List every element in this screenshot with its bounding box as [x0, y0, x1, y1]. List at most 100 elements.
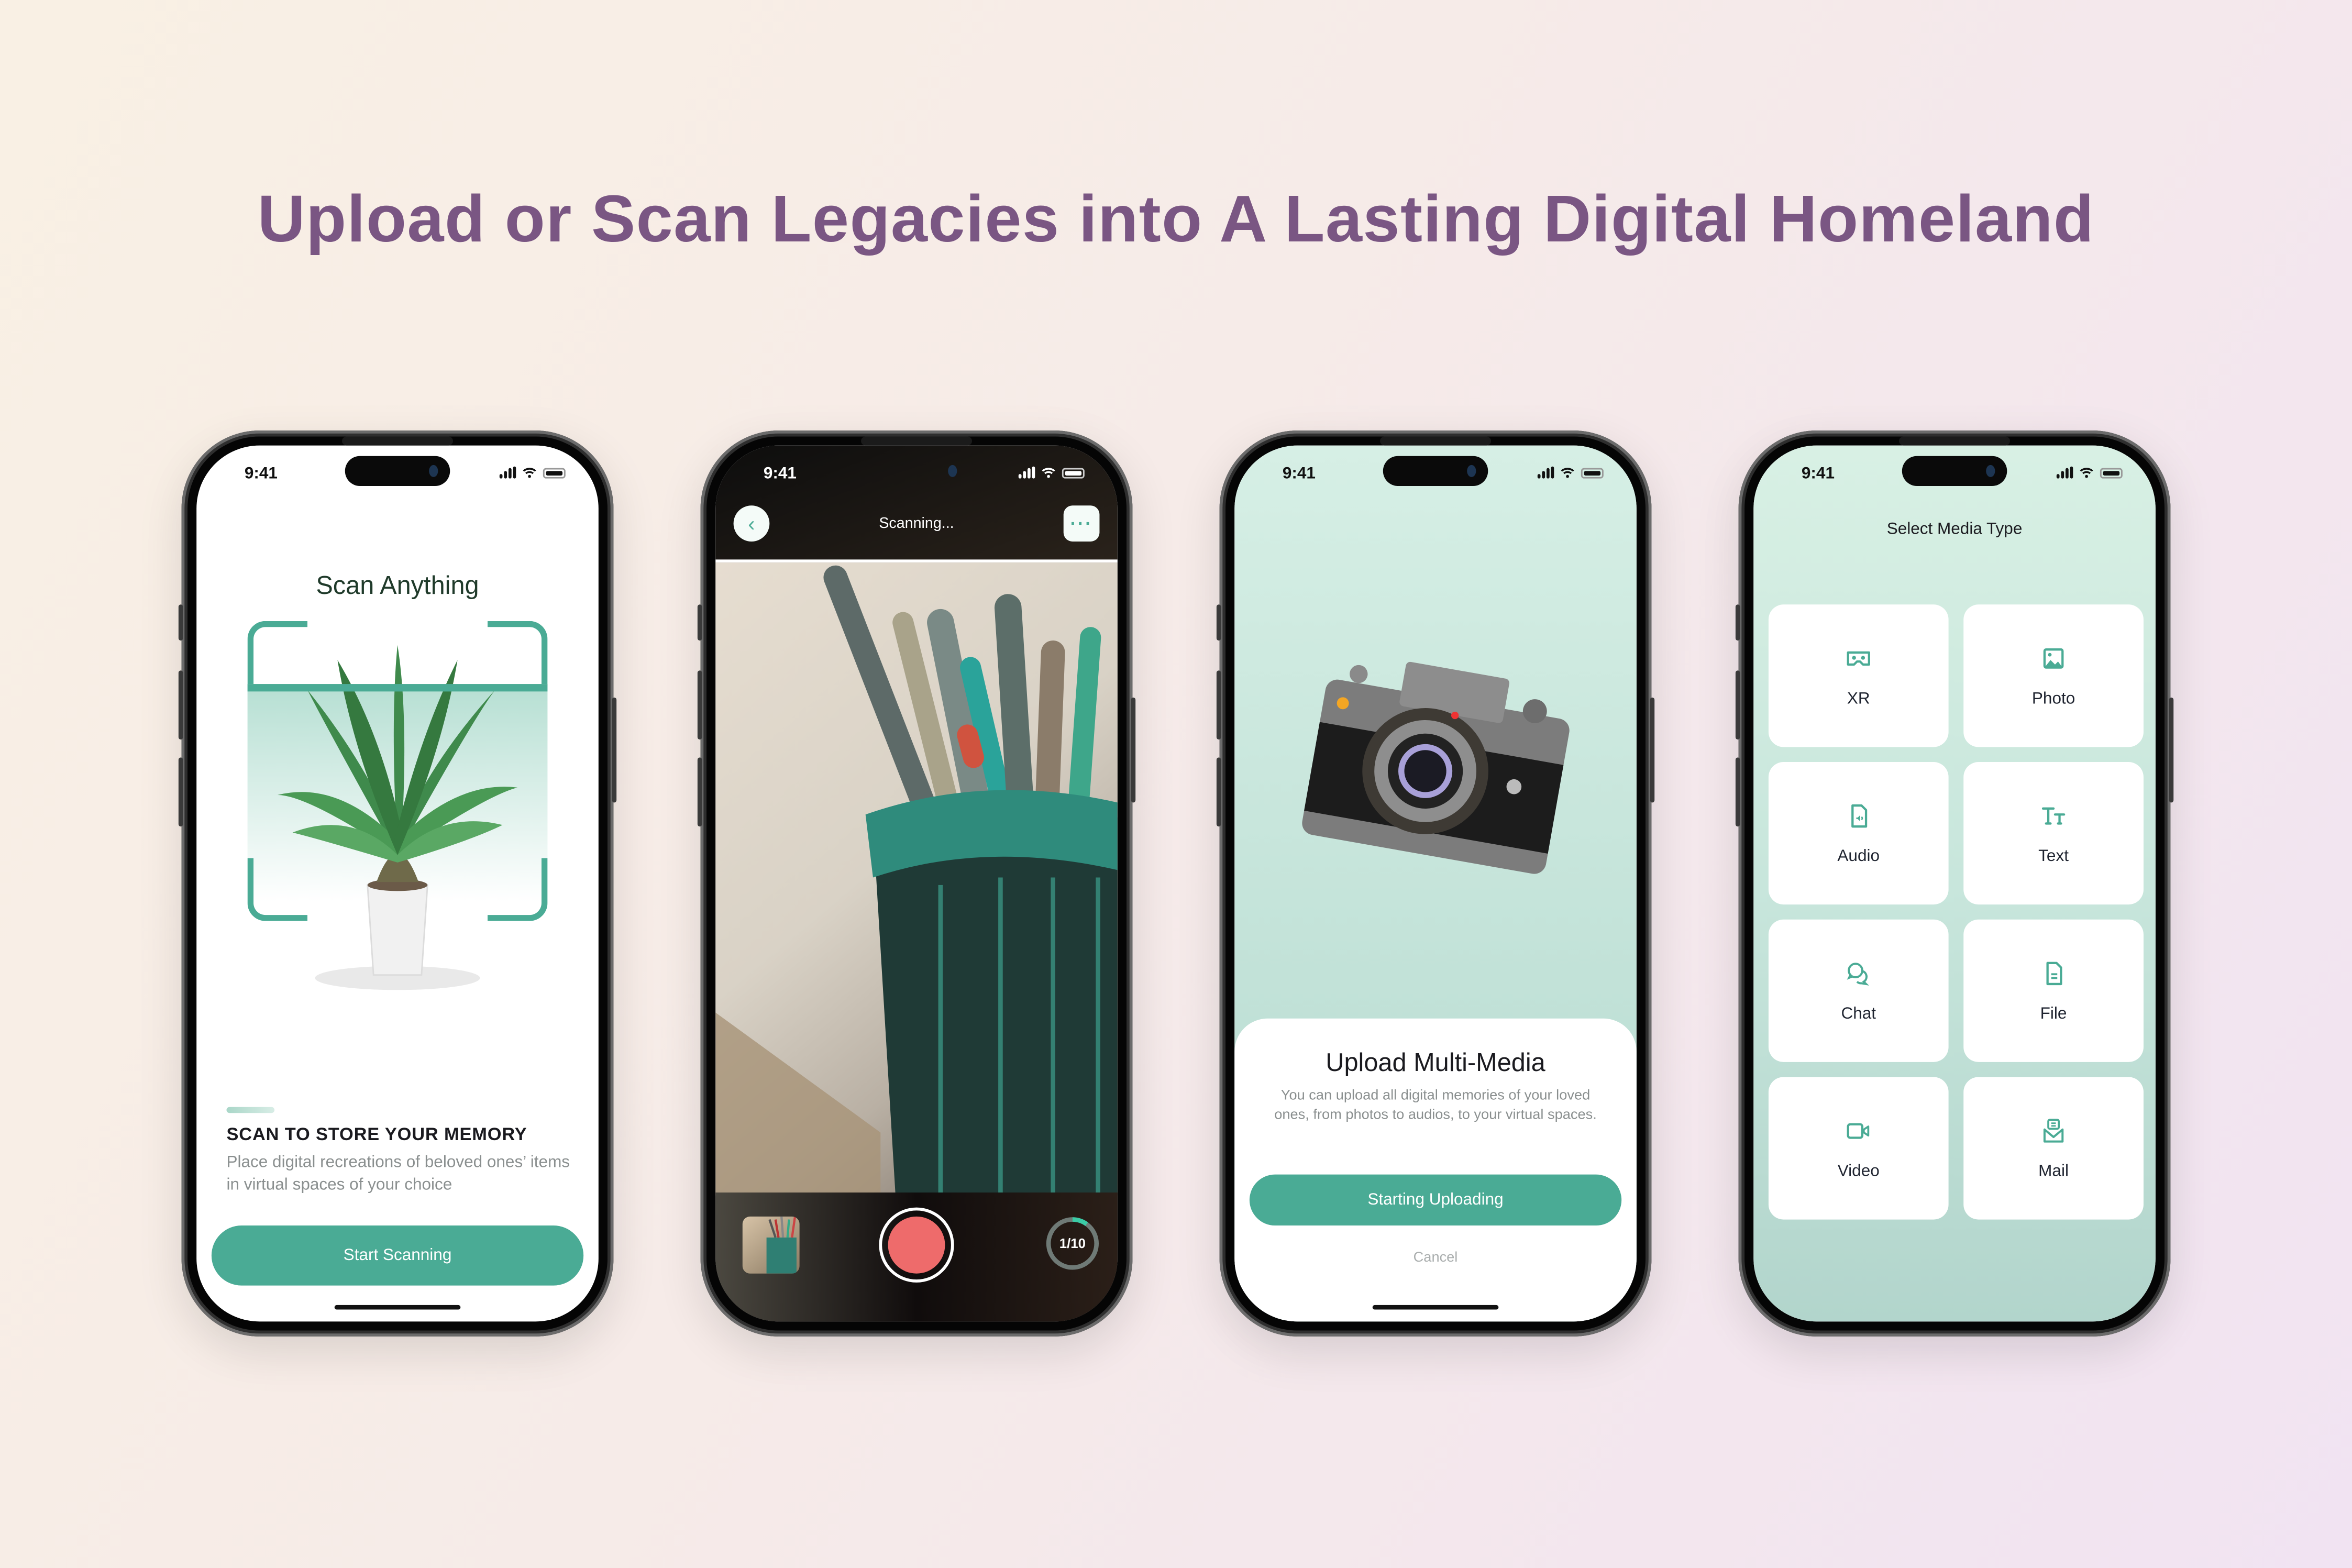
tile-label: Chat: [1841, 1004, 1876, 1022]
wifi-icon: [1042, 468, 1055, 478]
status-bar: 9:41: [715, 446, 1118, 506]
side-button: [1650, 697, 1655, 803]
retro-camera-image: [1302, 661, 1570, 874]
chat-bubbles-icon: [1847, 962, 1869, 985]
tile-label: Audio: [1837, 846, 1880, 865]
phone-scanning: 9:41 ‹ Scanning... ··· 1/10: [697, 430, 1136, 1337]
tile-label: File: [2040, 1004, 2067, 1022]
phone-upload-multimedia: 9:41 Upload Multi-Media You can upload a…: [1216, 430, 1655, 1337]
scan-viewfinder: [247, 621, 548, 990]
dynamic-island: [1383, 456, 1488, 487]
media-tile-file[interactable]: File: [1963, 919, 2144, 1062]
status-time: 9:41: [763, 465, 797, 483]
scan-line: [247, 684, 548, 692]
tile-label: Photo: [2031, 689, 2075, 708]
screen-title: Select Media Type: [1886, 520, 2023, 539]
signal-icon: [1018, 466, 1035, 479]
speaker-grille: [1899, 436, 2011, 446]
side-button: [1131, 697, 1136, 803]
side-button: [1216, 757, 1221, 827]
camera-controls: 1/10: [715, 1192, 1118, 1322]
media-tile-audio[interactable]: Audio: [1768, 762, 1949, 905]
side-button: [178, 670, 183, 740]
battery-icon: [2100, 467, 2123, 478]
viewfinder-corner: [487, 858, 548, 921]
tile-label: Mail: [2038, 1162, 2069, 1180]
speaker-grille: [861, 436, 973, 446]
screen: 9:41 Select Media Type XR Photo Audio Te…: [1753, 445, 2156, 1322]
last-capture-thumbnail[interactable]: [742, 1216, 800, 1274]
vr-headset-icon: [1847, 650, 1870, 665]
page-indicator: [226, 1107, 275, 1113]
home-indicator: [1372, 1305, 1499, 1310]
status-icons: [1537, 466, 1604, 479]
side-button: [1735, 757, 1740, 827]
side-button: [697, 604, 702, 641]
counter-label: 1/10: [1059, 1236, 1086, 1251]
start-scanning-button[interactable]: Start Scanning: [211, 1225, 584, 1286]
screen: 9:41 Upload Multi-Media You can upload a…: [1234, 445, 1637, 1322]
status-bar: 9:41: [1234, 446, 1637, 506]
pen-holder-image: [715, 565, 1118, 1196]
status-icons: [2056, 466, 2123, 479]
audio-file-icon: [1851, 803, 1868, 827]
viewfinder-corner: [487, 621, 548, 684]
media-tile-xr[interactable]: XR: [1768, 604, 1949, 747]
speaker-grille: [342, 436, 453, 446]
sheet-title: Upload Multi-Media: [1326, 1048, 1545, 1077]
more-button[interactable]: ···: [1063, 505, 1100, 542]
screen-title: Scan Anything: [316, 571, 479, 600]
media-tile-video[interactable]: Video: [1768, 1077, 1949, 1220]
side-button: [612, 697, 617, 803]
phone-scan-anything: 9:41 Scan Anything SCAN TO STORE YOUR ME…: [178, 430, 617, 1337]
tile-label: Text: [2038, 846, 2069, 865]
side-button: [1216, 670, 1221, 740]
start-uploading-button[interactable]: Starting Uploading: [1249, 1174, 1622, 1226]
wifi-icon: [1561, 468, 1574, 478]
side-button: [697, 757, 702, 827]
side-button: [1735, 670, 1740, 740]
dynamic-island: [1902, 456, 2007, 487]
camera-preview: [715, 559, 1118, 1196]
video-camera-icon: [1847, 1122, 1870, 1139]
section-description: Place digital recreations of beloved one…: [226, 1153, 570, 1194]
media-tile-photo[interactable]: Photo: [1963, 604, 2144, 747]
side-button: [1216, 604, 1221, 641]
side-button: [1735, 604, 1740, 641]
side-button: [2169, 697, 2174, 803]
status-bar: 9:41: [1753, 446, 2156, 506]
media-tile-text[interactable]: Text: [1963, 762, 2144, 905]
media-tile-chat[interactable]: Chat: [1768, 919, 1949, 1062]
file-icon: [2046, 961, 2062, 985]
showcase-stage: Upload or Scan Legacies into A Lasting D…: [0, 0, 2352, 1567]
media-tile-mail[interactable]: Mail: [1963, 1077, 2144, 1220]
viewfinder-corner: [247, 858, 308, 921]
phone-select-media-type: 9:41 Select Media Type XR Photo Audio Te…: [1735, 430, 2174, 1337]
image-icon: [2043, 647, 2064, 668]
battery-icon: [543, 467, 566, 478]
status-icons: [499, 466, 566, 479]
signal-icon: [1537, 466, 1554, 479]
wifi-icon: [2080, 468, 2093, 478]
side-button: [697, 670, 702, 740]
status-time: 9:41: [1282, 465, 1316, 483]
capture-counter: 1/10: [1045, 1217, 1099, 1271]
side-button: [178, 604, 183, 641]
screen-title: Scanning...: [879, 516, 954, 533]
signal-icon: [499, 466, 516, 479]
viewfinder-corner: [247, 621, 308, 684]
speaker-grille: [1380, 436, 1492, 446]
screen: 9:41 ‹ Scanning... ··· 1/10: [715, 445, 1118, 1322]
tile-label: XR: [1847, 689, 1870, 708]
cancel-button[interactable]: Cancel: [1234, 1250, 1637, 1266]
status-bar: 9:41: [196, 446, 599, 506]
status-time: 9:41: [244, 465, 278, 483]
screen: 9:41 Scan Anything SCAN TO STORE YOUR ME…: [196, 445, 599, 1322]
dynamic-island: [345, 456, 450, 487]
status-time: 9:41: [1801, 465, 1835, 483]
more-horizontal-icon: ···: [1070, 513, 1093, 534]
section-heading: SCAN TO STORE YOUR MEMORY: [226, 1123, 527, 1145]
signal-icon: [2056, 466, 2073, 479]
shutter-button[interactable]: [879, 1207, 954, 1283]
upload-bottom-sheet: Upload Multi-Media You can upload all di…: [1234, 1018, 1637, 1322]
